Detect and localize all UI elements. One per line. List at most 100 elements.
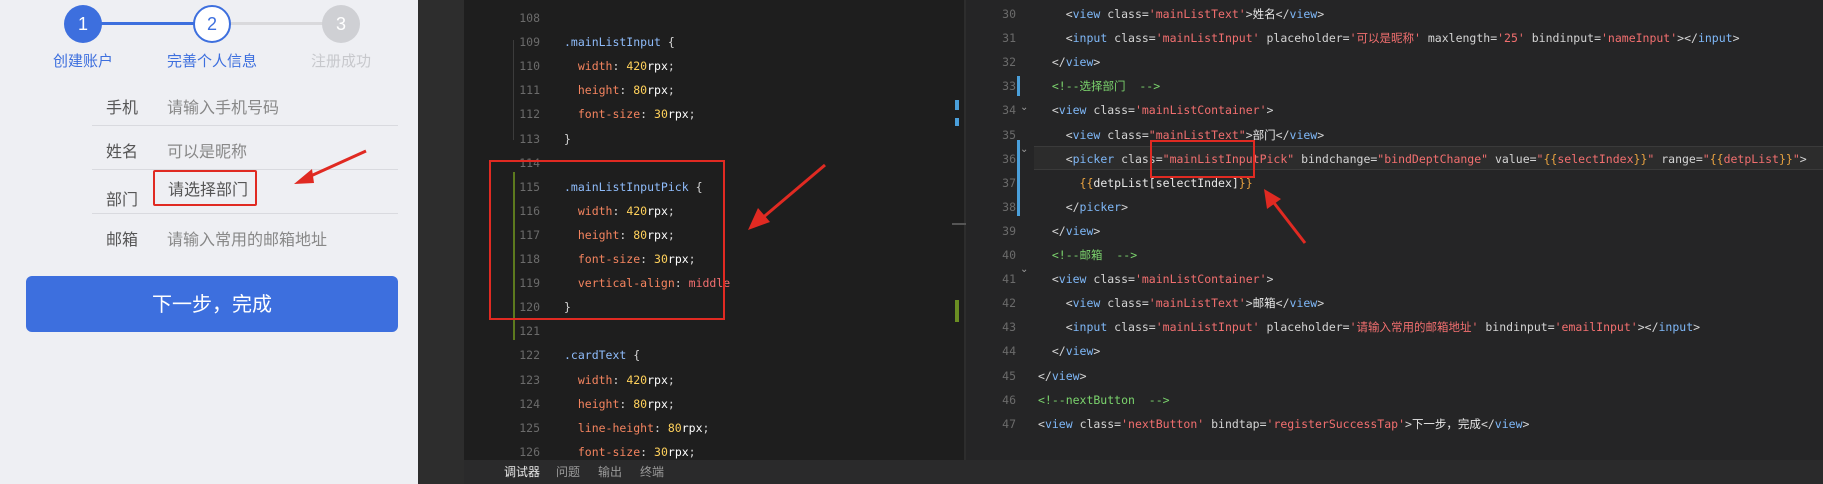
code-line[interactable]: </view> [1034,339,1823,363]
email-input[interactable]: 请输入常用的邮箱地址 [167,226,327,250]
line-number: 30 [1002,7,1016,21]
code-token: class= [1114,31,1156,46]
code-line[interactable]: <view class='mainListText'>姓名</view> [1034,2,1823,26]
code-token: ; [667,372,675,387]
tab-debugger[interactable]: 调试器 [504,463,540,480]
code-token: class= [1114,320,1156,335]
code-token: '25' [1497,31,1525,46]
code-line[interactable]: 121 [464,319,964,343]
code-token: </ [1038,55,1066,70]
fold-chevron-41-icon[interactable]: ⌄ [1020,264,1028,275]
code-token: class= [1079,416,1122,431]
code-token: : [612,59,627,74]
annotation-arrow-3 [1264,189,1307,244]
code-token: '可以是昵称' [1349,31,1421,46]
fold-chevron-34-icon[interactable]: ⌄ [1020,102,1028,113]
code-line[interactable]: <input class='mainListInput' placeholder… [1034,315,1823,339]
step-1-label: 创建账户 [52,52,113,70]
code-token: ; [667,59,675,74]
code-text: <!--邮箱 --> [1038,243,1137,267]
phone-input[interactable]: 请输入手机号码 [167,94,279,118]
code-text: line-height: 80rpx; [564,416,710,440]
code-token: }} [1778,151,1793,166]
wxml-editor[interactable]: <view class='mainListText'>姓名</view> <in… [1034,0,1823,470]
code-line[interactable]: 122 .cardText { [464,343,964,367]
code-line[interactable]: <!--选择部门 --> [1034,74,1823,98]
tab-terminal[interactable]: 终端 [640,463,664,480]
code-token: > [1405,416,1412,431]
line-number: 112 [519,107,540,122]
code-token: {{ [1543,151,1558,166]
code-token: font-size [564,107,641,122]
code-token: view [1072,296,1108,311]
code-token: rpx [667,107,689,122]
line-number: 39 [1002,223,1016,238]
phone-row[interactable]: 手机 请输入手机号码 [92,82,398,126]
code-token: value= [1488,151,1537,166]
code-token: .mainListInput [564,35,668,50]
code-token: } [564,131,571,146]
step-3-label: 注册成功 [310,52,371,70]
bottom-panel-tabs: 调试器 问题 输出 终端 [464,460,1823,484]
code-token: "bindDeptChange" [1377,151,1489,166]
code-token: < [1038,296,1073,311]
code-token: 姓名 [1252,7,1276,21]
splitter-1[interactable] [964,0,966,470]
code-token: 30 [654,444,668,459]
code-text: <view class='mainListText'>邮箱</view> [1038,291,1324,315]
code-line[interactable]: 109 .mainListInput { [464,30,964,54]
fold-chevron-36-icon[interactable]: ⌄ [1020,144,1028,155]
code-text: <!--nextButton --> [1038,388,1170,412]
name-input[interactable]: 可以是昵称 [167,138,247,162]
code-line[interactable]: 125 line-height: 80rpx; [464,416,964,440]
code-token: </ [1038,368,1052,383]
next-finish-button[interactable]: 下一步，完成 [26,276,398,332]
code-token: : [619,396,634,411]
code-token: <!--nextButton --> [1038,392,1170,407]
code-token: class= [1107,7,1149,21]
code-line[interactable]: <view class='nextButton' bindtap='regist… [1034,412,1823,436]
code-line[interactable]: 113} [464,127,964,151]
code-line[interactable]: <input class='mainListInput' placeholder… [1034,26,1823,50]
code-text: <view class='nextButton' bindtap='regist… [1038,412,1529,436]
code-line[interactable]: </view> [1034,50,1823,74]
code-line[interactable]: 111 height: 80rpx; [464,78,964,102]
code-line[interactable]: </view> [1034,364,1823,388]
line-number: 111 [519,83,540,98]
code-token: input [1072,31,1115,46]
code-text: </view> [1038,364,1087,388]
code-line[interactable]: <view class='mainListText'>邮箱</view> [1034,291,1823,315]
indent-guide-1 [513,40,514,140]
code-text: </view> [1038,219,1101,243]
code-line[interactable]: <!--邮箱 --> [1034,243,1823,267]
code-token: ; [667,83,675,98]
code-line[interactable]: 123 width: 420rpx; [464,368,964,392]
code-line[interactable]: </picker> [1034,195,1823,219]
code-text: height: 80rpx; [564,392,675,416]
code-line[interactable]: 110 width: 420rpx; [464,54,964,78]
code-line[interactable]: <view class='mainListContainer'> [1034,267,1823,291]
code-token: 'emailInput' [1554,320,1638,335]
code-token: rpx [647,396,668,411]
tab-output[interactable]: 输出 [598,463,622,480]
code-line[interactable]: <view class='mainListContainer'> [1034,98,1823,122]
code-line[interactable]: 112 font-size: 30rpx; [464,102,964,126]
code-token: > [1093,55,1101,70]
minimap-marker-3 [955,300,959,322]
tab-problems[interactable]: 问题 [556,463,580,480]
email-row[interactable]: 邮箱 请输入常用的邮箱地址 [92,214,398,258]
annotation-box-class-name [1150,140,1255,178]
code-token: rpx [647,59,668,74]
code-token: class= [1093,103,1135,118]
line-number: 41 [1002,272,1016,287]
code-line[interactable]: </view> [1034,219,1823,243]
code-token: 'mainListContainer' [1134,103,1267,118]
code-line[interactable]: 124 height: 80rpx; [464,392,964,416]
code-line[interactable]: <!--nextButton --> [1034,388,1823,412]
code-token: : [640,444,655,459]
code-line[interactable]: 108 [464,6,964,30]
code-token: 部门 [1252,127,1276,142]
code-token: > [1093,223,1101,238]
code-token: 'mainListText' [1148,7,1246,21]
code-token: {{ [1709,151,1724,166]
